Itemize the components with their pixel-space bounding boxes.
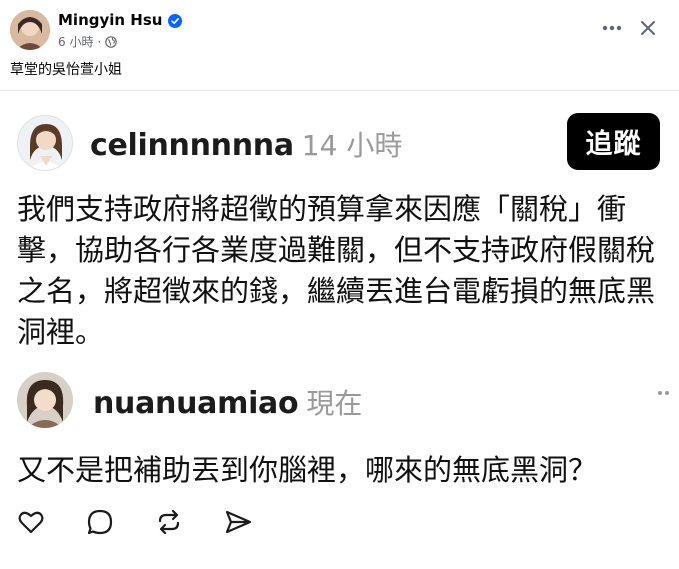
post-meta: 6 小時 · xyxy=(58,33,118,50)
reply-author-username: nuanuamiao xyxy=(93,386,299,421)
reply-author-avatar xyxy=(17,372,73,428)
close-icon xyxy=(641,21,655,35)
thread-author-avatar xyxy=(17,115,73,171)
thread-action-bar xyxy=(16,507,253,537)
like-icon xyxy=(16,507,46,537)
post-time[interactable]: 6 小時 xyxy=(58,33,93,50)
author-avatar[interactable] xyxy=(10,10,50,50)
reply-time: 現在 xyxy=(306,387,363,420)
more-options-button[interactable] xyxy=(596,16,628,40)
author-name[interactable]: Mingyin Hsu xyxy=(58,11,162,29)
thread-post-time: 14 小時 xyxy=(301,129,403,162)
meta-separator: · xyxy=(97,34,102,49)
follow-button: 追蹤 xyxy=(567,113,660,170)
globe-icon[interactable] xyxy=(105,35,118,48)
shared-screenshot: celinnnnnna 14 小時 追蹤 我們支持政府將超徵的預算拿來因應「關稅… xyxy=(0,90,679,569)
repost-icon xyxy=(154,507,184,537)
author-row: Mingyin Hsu xyxy=(58,11,183,29)
more-icon-partial xyxy=(655,387,675,399)
thread-author-row: celinnnnnna 14 小時 xyxy=(90,124,402,164)
reply-author-row: nuanuamiao 現在 xyxy=(93,382,362,422)
reply-text: 又不是把補助丟到你腦裡，哪來的無底黑洞？ xyxy=(17,453,598,487)
post-caption: 草堂的吳怡萱小姐 xyxy=(10,62,122,78)
post-header: Mingyin Hsu 6 小時 · 草堂的吳怡萱小姐 xyxy=(0,0,679,90)
more-options-icon xyxy=(602,25,622,31)
comment-icon xyxy=(85,507,115,537)
verified-badge-icon xyxy=(168,13,183,28)
close-button[interactable] xyxy=(634,14,662,42)
thread-author-username: celinnnnnna xyxy=(90,128,294,163)
share-icon xyxy=(223,507,253,537)
thread-post-text: 我們支持政府將超徵的預算拿來因應「關稅」衝擊，協助各行各業度過難關，但不支持政府… xyxy=(17,192,656,349)
